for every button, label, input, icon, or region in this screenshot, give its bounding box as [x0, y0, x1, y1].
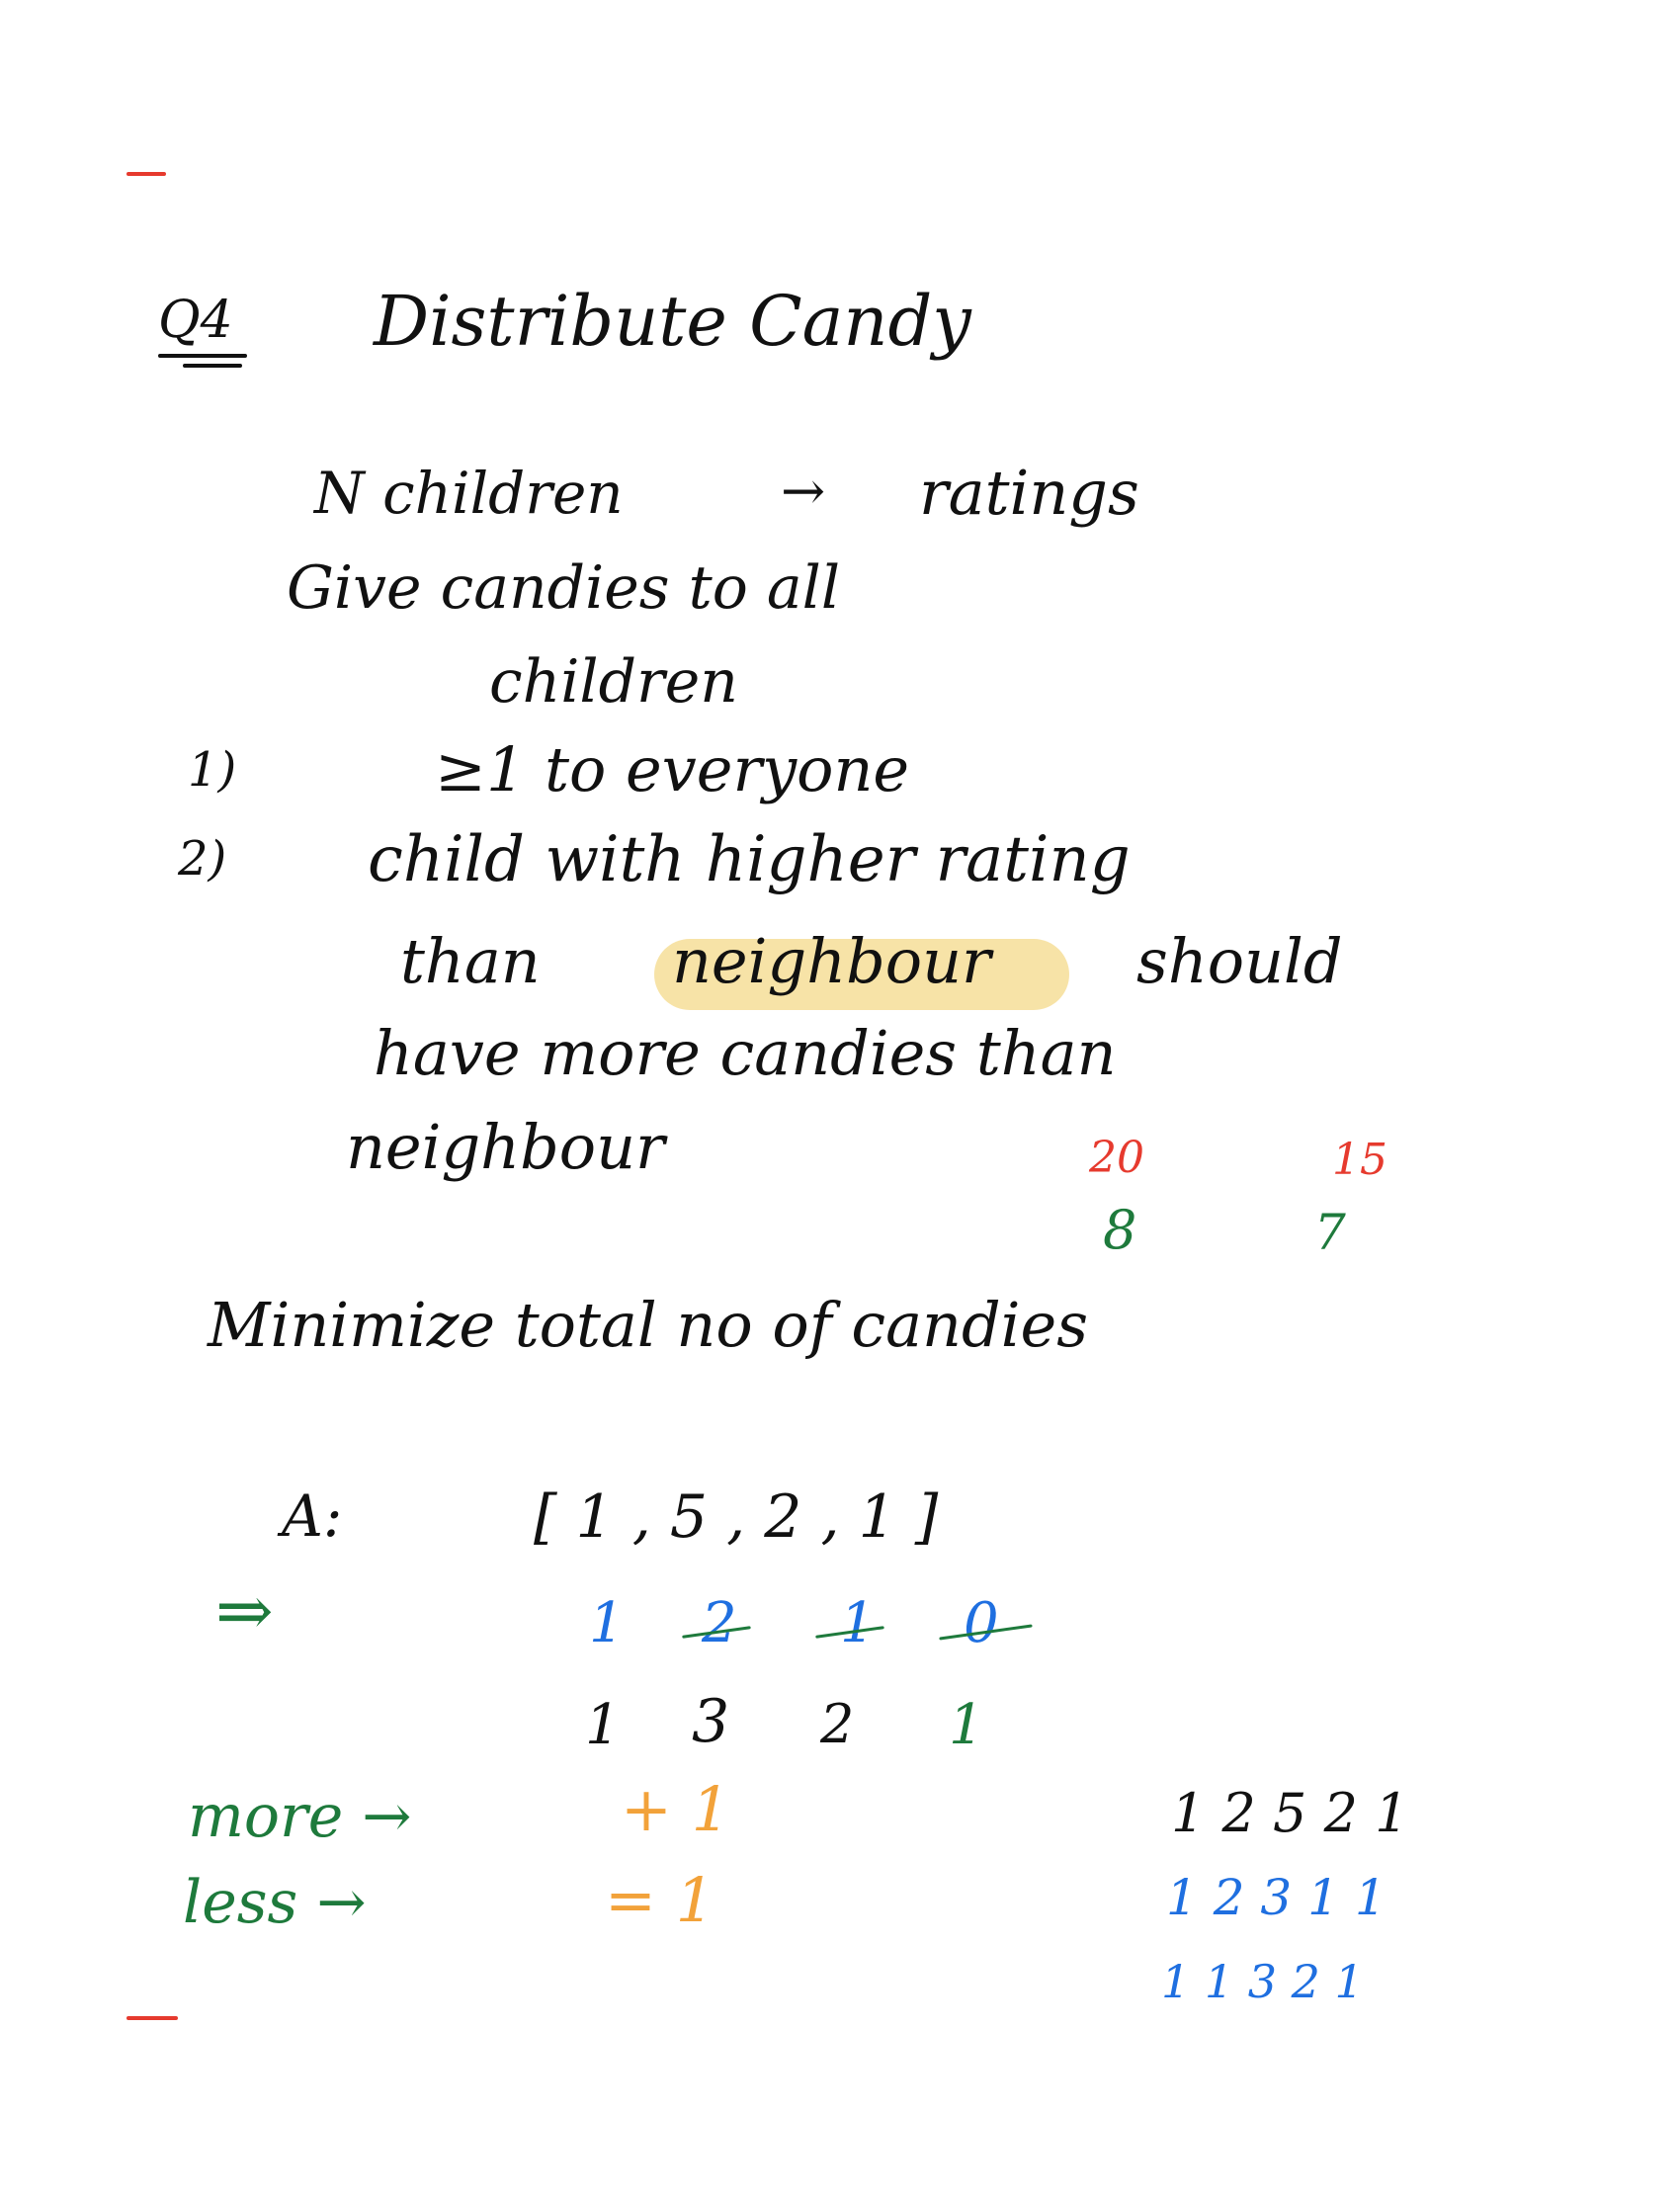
side-candy-1: 8	[1103, 1199, 1137, 1261]
rule-1-number: 1)	[188, 742, 237, 798]
rule-2-line-1: child with higher rating	[368, 823, 1131, 896]
final-3: 2	[820, 1693, 855, 1755]
legend-less-rule: = 1	[605, 1864, 715, 1936]
problem-line-3: children	[489, 647, 738, 717]
final-2: 3	[692, 1687, 730, 1756]
legend-less: less →	[183, 1868, 367, 1937]
problem-line-2: Give candies to all	[287, 553, 841, 623]
second-example-ratings: 1 2 5 2 1	[1171, 1782, 1409, 1844]
rule-2-line-4: neighbour	[346, 1111, 665, 1183]
top-page-mark	[126, 172, 166, 176]
problem-line-1-end: ratings	[919, 457, 1139, 529]
rule-2-line-2-end: should	[1136, 925, 1343, 997]
first-pass-4: 0	[964, 1591, 999, 1655]
implies-icon: ⇒	[215, 1570, 274, 1651]
example-label: A:	[282, 1482, 343, 1550]
question-number: Q4	[158, 291, 233, 350]
page-title: Distribute Candy	[374, 281, 971, 362]
goal-text: Minimize total no of candies	[208, 1289, 1089, 1361]
first-pass-1: 1	[589, 1591, 625, 1655]
legend-more-rule: + 1	[621, 1773, 731, 1845]
final-1: 1	[585, 1693, 621, 1757]
second-example-pass-2: 1 1 3 2 1	[1161, 1955, 1364, 2008]
arrow-icon: →	[781, 460, 826, 522]
side-rating-1: 20	[1089, 1133, 1144, 1183]
bottom-page-mark	[126, 2016, 178, 2020]
first-pass-3: 1	[840, 1591, 876, 1655]
side-rating-2: 15	[1332, 1135, 1387, 1185]
example-array: [ 1 , 5 , 2 , 1 ]	[534, 1482, 939, 1552]
side-candy-2: 7	[1314, 1204, 1346, 1261]
question-number-underline-2	[183, 364, 242, 368]
rule-2-line-2-highlighted: neighbour	[672, 925, 991, 997]
first-pass-2: 2	[702, 1591, 737, 1655]
problem-line-1: N children	[314, 460, 624, 527]
second-example-pass-1: 1 2 3 1 1	[1166, 1869, 1386, 1926]
question-number-underline	[158, 354, 247, 358]
rule-2-line-3: have more candies than	[374, 1017, 1117, 1089]
rule-2-number: 2)	[178, 831, 227, 887]
legend-more: more →	[188, 1782, 412, 1851]
final-4: 1	[949, 1693, 984, 1757]
rule-1-text: ≥1 to everyone	[435, 733, 910, 805]
rule-2-line-2-start: than	[400, 925, 541, 997]
